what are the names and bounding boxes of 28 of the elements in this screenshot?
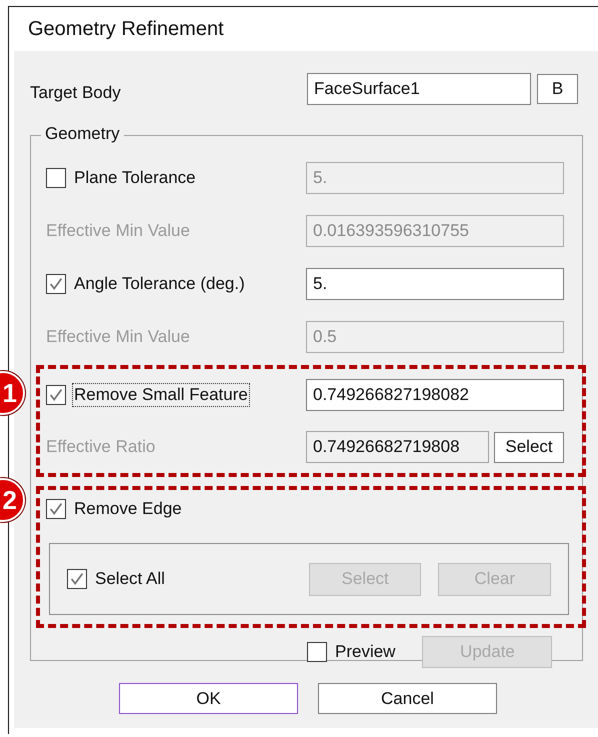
checkbox[interactable] (307, 642, 327, 662)
field-label: Effective Min Value (46, 220, 190, 240)
field-label: Effective Ratio (46, 437, 156, 457)
dialog-button[interactable]: Cancel (318, 683, 497, 714)
body-pick-button[interactable]: B (537, 74, 578, 104)
callout-badge: 1 (0, 371, 25, 415)
checkbox-label: Angle Tolerance (deg.) (74, 274, 245, 294)
checkbox-label: Select All (95, 569, 165, 589)
window-title: Geometry Refinement (28, 18, 224, 40)
target-body-field[interactable]: FaceSurface1 (307, 73, 531, 105)
checkbox[interactable] (46, 499, 66, 519)
checkbox[interactable] (46, 385, 66, 405)
field-label: Effective Min Value (46, 326, 190, 346)
readout-field[interactable]: 0.74926682719808 (306, 431, 489, 463)
callout-badge: 2 (0, 478, 25, 522)
checkbox-label: Remove Edge (74, 499, 182, 519)
dialog-button[interactable]: OK (119, 683, 298, 714)
checkbox[interactable] (67, 569, 87, 589)
group-title: Geometry (41, 124, 124, 144)
checkbox[interactable] (46, 168, 66, 188)
checkbox-label: Preview (335, 642, 396, 662)
checkbox[interactable] (46, 274, 66, 294)
value-field[interactable]: 0.749266827198082 (306, 379, 564, 411)
checkbox-label: Remove Small Feature (74, 385, 248, 405)
checkbox-label: Plane Tolerance (74, 168, 196, 188)
select-button[interactable]: Select (494, 432, 564, 462)
field-label: Target Body (30, 83, 122, 103)
value-field[interactable]: 5. (306, 268, 564, 300)
